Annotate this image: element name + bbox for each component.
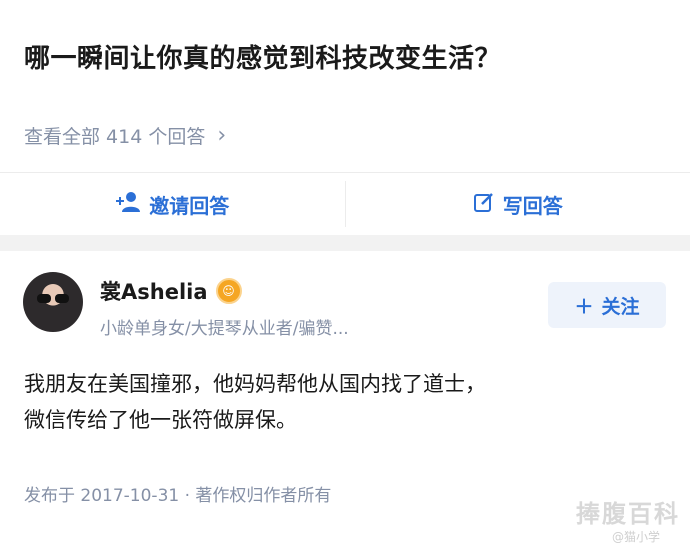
author-badge-icon: ☺ bbox=[215, 278, 242, 304]
watermark: 捧腹百科 bbox=[576, 500, 680, 528]
answer-action-bar: 邀请回答 写回答 bbox=[0, 173, 690, 235]
invite-answer-button[interactable]: 邀请回答 bbox=[0, 173, 345, 235]
chevron-right-icon: › bbox=[217, 123, 227, 148]
write-answer-label: 写回答 bbox=[502, 193, 563, 218]
plus-icon: ＋ bbox=[574, 295, 594, 318]
section-gap bbox=[0, 235, 690, 251]
question-title: 哪一瞬间让你真的感觉到科技改变生活？ bbox=[24, 44, 502, 74]
author-bio: 小龄单身女/大提琴从业者/骗赞... bbox=[100, 319, 349, 339]
sunglasses-icon bbox=[37, 294, 69, 304]
follow-label: 关注 bbox=[601, 295, 640, 318]
add-user-icon bbox=[115, 191, 141, 218]
view-all-answers-label: 查看全部 414 个回答 bbox=[24, 126, 206, 148]
edit-icon bbox=[473, 191, 495, 218]
publish-meta: 发布于 2017-10-31 · 著作权归作者所有 bbox=[24, 486, 332, 506]
watermark-sub: @猫小学 bbox=[612, 530, 661, 544]
write-answer-button[interactable]: 写回答 bbox=[346, 173, 690, 235]
follow-button[interactable]: ＋ 关注 bbox=[548, 282, 666, 328]
author-name[interactable]: 裳Ashelia ☺ bbox=[100, 276, 242, 306]
invite-answer-label: 邀请回答 bbox=[149, 193, 230, 218]
answer-line: 我朋友在美国撞邪，他妈妈帮他从国内找了道士， bbox=[24, 372, 486, 396]
answer-line: 微信传给了他一张符做屏保。 bbox=[24, 408, 297, 432]
view-all-answers-link[interactable]: 查看全部 414 个回答 › bbox=[24, 122, 226, 149]
author-name-label: 裳Ashelia bbox=[100, 280, 208, 304]
avatar[interactable] bbox=[23, 272, 83, 332]
answer-content: 我朋友在美国撞邪，他妈妈帮他从国内找了道士， 微信传给了他一张符做屏保。 bbox=[24, 366, 664, 438]
